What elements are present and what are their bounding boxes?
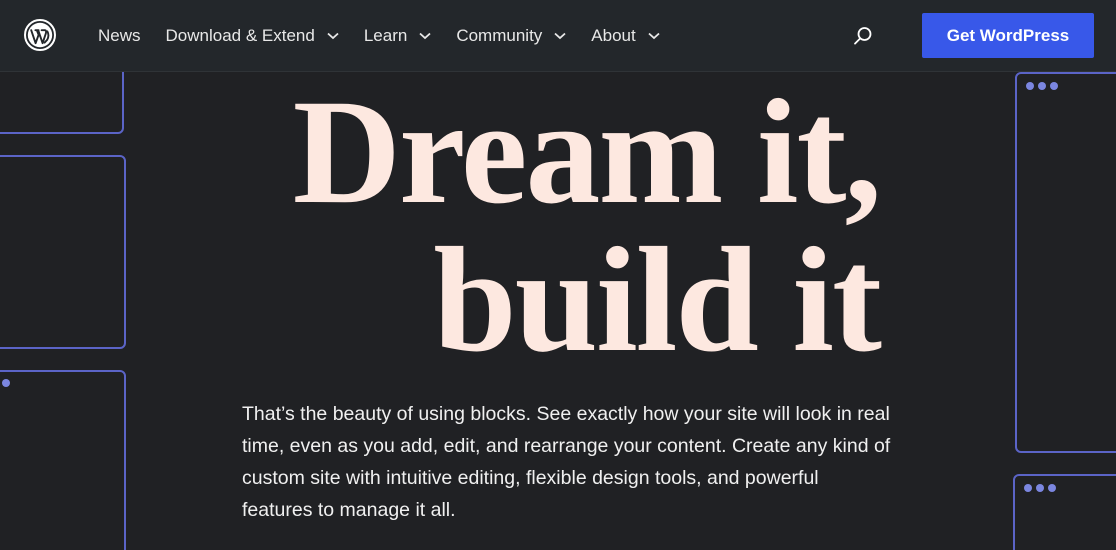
nav-item-learn[interactable]: Learn xyxy=(364,26,431,46)
nav-item-label: News xyxy=(98,26,141,45)
nav-item-download-extend[interactable]: Download & Extend xyxy=(166,26,339,46)
chevron-down-icon xyxy=(554,32,566,40)
nav-item-label: Download & Extend xyxy=(165,26,315,45)
decorative-dot xyxy=(1026,82,1034,90)
hero-headline: Dream it, build it xyxy=(240,69,882,383)
get-wordpress-button[interactable]: Get WordPress xyxy=(922,13,1094,58)
wordpress-logo-icon[interactable] xyxy=(24,19,56,51)
decorative-frame xyxy=(1015,72,1116,453)
hero-description: That’s the beauty of using blocks. See e… xyxy=(242,403,891,521)
nav-item-label: Learn xyxy=(363,26,408,45)
page: News Download & Extend Learn Community A… xyxy=(0,0,1116,550)
headline-line: build it xyxy=(433,217,882,383)
nav-item-community[interactable]: Community xyxy=(456,26,566,46)
decorative-dot xyxy=(1048,484,1056,492)
headline-line: Dream it, xyxy=(292,69,882,235)
decorative-dot xyxy=(1024,484,1032,492)
primary-nav: News Download & Extend Learn Community A… xyxy=(98,0,685,72)
nav-item-label: About xyxy=(591,26,636,45)
chevron-down-icon xyxy=(327,32,339,40)
chevron-down-icon xyxy=(419,32,431,40)
decorative-dot xyxy=(1036,484,1044,492)
decorative-dot xyxy=(1038,82,1046,90)
decorative-dot xyxy=(2,379,10,387)
nav-item-label: Community xyxy=(456,26,543,45)
chevron-down-icon xyxy=(648,32,660,40)
nav-item-news[interactable]: News xyxy=(98,26,141,46)
search-icon[interactable] xyxy=(852,25,874,47)
nav-item-about[interactable]: About xyxy=(591,26,660,46)
global-header: News Download & Extend Learn Community A… xyxy=(0,0,1116,72)
decorative-frame xyxy=(0,370,126,550)
decorative-dot xyxy=(1050,82,1058,90)
decorative-frame xyxy=(0,155,126,349)
